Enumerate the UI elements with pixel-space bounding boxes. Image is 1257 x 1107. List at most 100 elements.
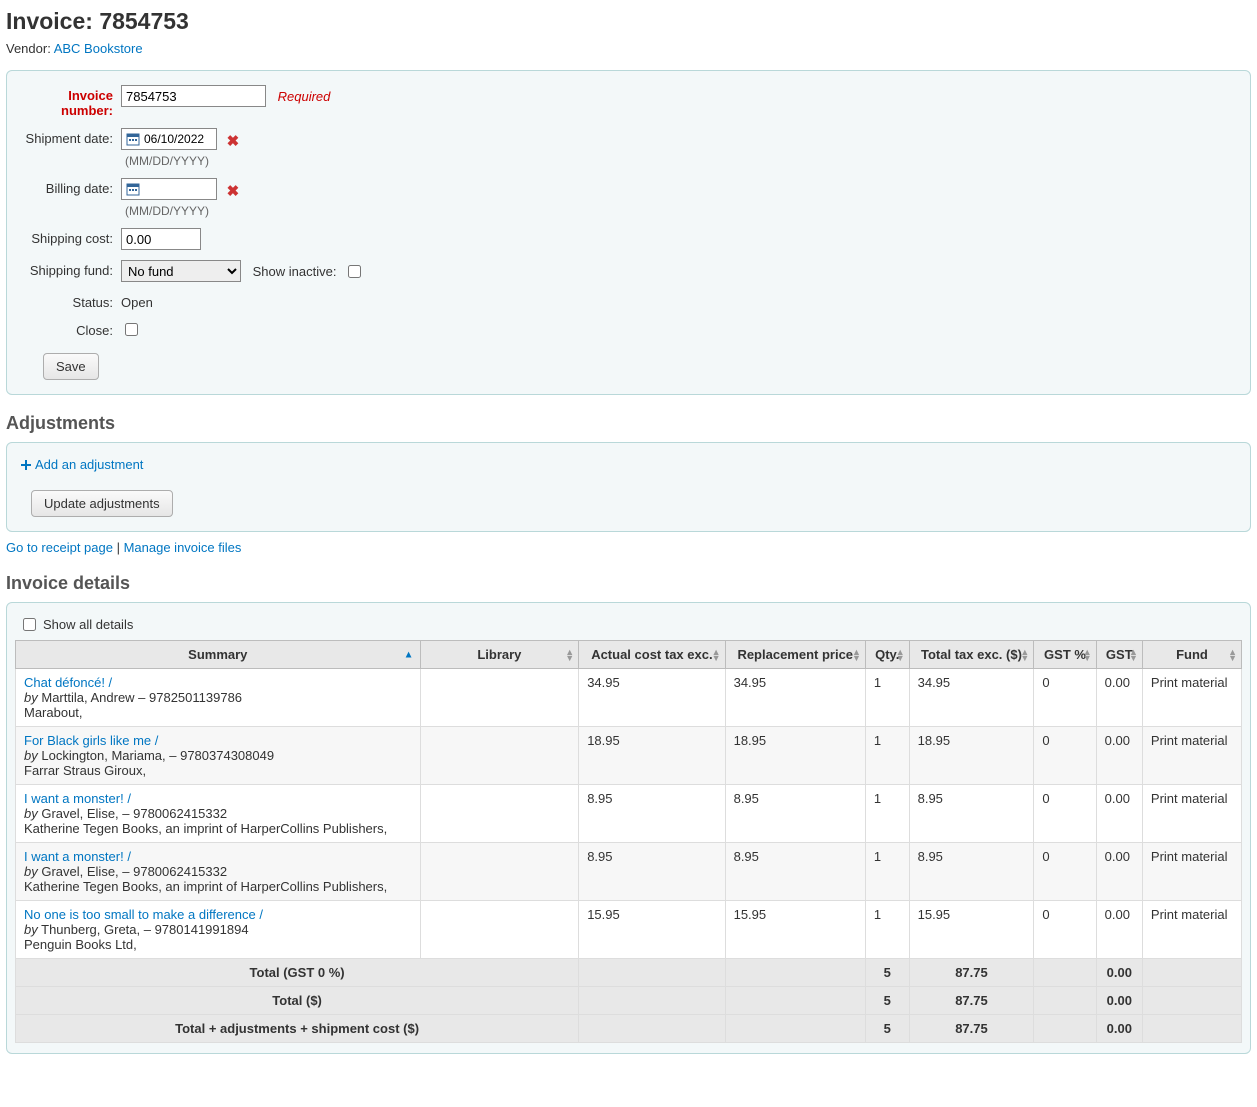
item-title-link[interactable]: No one is too small to make a difference… xyxy=(24,907,263,922)
manage-files-link[interactable]: Manage invoice files xyxy=(124,540,242,555)
cell-actual-cost: 18.95 xyxy=(579,727,725,785)
footer-total: 87.75 xyxy=(909,959,1034,987)
clear-shipment-date-icon[interactable]: ✖ xyxy=(227,133,240,150)
billing-date-wrap[interactable] xyxy=(121,178,217,200)
clear-billing-date-icon[interactable]: ✖ xyxy=(227,183,240,200)
shipment-date-input[interactable] xyxy=(144,130,206,148)
item-by: by xyxy=(24,864,38,879)
cell-actual-cost: 15.95 xyxy=(579,901,725,959)
footer-label: Total (GST 0 %) xyxy=(16,959,579,987)
show-all-details-checkbox[interactable] xyxy=(23,618,36,631)
cell-gst: 0.00 xyxy=(1096,785,1142,843)
shipping-cost-label: Shipping cost: xyxy=(21,228,121,246)
col-fund[interactable]: Fund▲▼ xyxy=(1142,641,1241,669)
shipping-cost-input[interactable] xyxy=(121,228,201,250)
cell-gst: 0.00 xyxy=(1096,727,1142,785)
save-button[interactable]: Save xyxy=(43,353,99,380)
cell-qty: 1 xyxy=(865,843,909,901)
cell-gst: 0.00 xyxy=(1096,669,1142,727)
vendor-line: Vendor: ABC Bookstore xyxy=(6,41,1251,56)
cell-fund: Print material xyxy=(1142,901,1241,959)
cell-fund: Print material xyxy=(1142,727,1241,785)
invoice-number-input[interactable] xyxy=(121,85,266,107)
shipping-fund-select[interactable]: No fund xyxy=(121,260,241,282)
footer-empty xyxy=(725,1015,865,1043)
billing-date-input[interactable] xyxy=(144,180,206,198)
col-replacement[interactable]: Replacement price▲▼ xyxy=(725,641,865,669)
close-label: Close: xyxy=(21,320,121,338)
vendor-link[interactable]: ABC Bookstore xyxy=(54,41,143,56)
table-footer-row: Total ($)587.750.00 xyxy=(16,987,1242,1015)
calendar-icon xyxy=(126,182,140,196)
item-author: Gravel, Elise, – 9780062415332 xyxy=(41,806,227,821)
status-label: Status: xyxy=(21,292,121,310)
cell-total: 15.95 xyxy=(909,901,1034,959)
table-row: Chat défoncé! /by Marttila, Andrew – 978… xyxy=(16,669,1242,727)
footer-empty xyxy=(1034,987,1096,1015)
footer-qty: 5 xyxy=(865,959,909,987)
col-library[interactable]: Library▲▼ xyxy=(420,641,579,669)
sort-icon: ▲▼ xyxy=(1228,649,1237,661)
footer-empty xyxy=(725,987,865,1015)
adjustments-heading: Adjustments xyxy=(6,413,1251,434)
shipment-date-wrap[interactable] xyxy=(121,128,217,150)
calendar-icon xyxy=(126,132,140,146)
show-inactive-checkbox[interactable] xyxy=(348,265,361,278)
add-adjustment-label: Add an adjustment xyxy=(35,457,143,472)
footer-total: 87.75 xyxy=(909,1015,1034,1043)
col-gst[interactable]: GST▲▼ xyxy=(1096,641,1142,669)
item-by: by xyxy=(24,806,38,821)
item-publisher: Marabout, xyxy=(24,705,83,720)
sort-icon: ▲▼ xyxy=(1020,649,1029,661)
cell-actual-cost: 34.95 xyxy=(579,669,725,727)
cell-fund: Print material xyxy=(1142,785,1241,843)
cell-fund: Print material xyxy=(1142,669,1241,727)
receipt-page-link[interactable]: Go to receipt page xyxy=(6,540,113,555)
cell-replacement: 34.95 xyxy=(725,669,865,727)
close-checkbox[interactable] xyxy=(125,323,138,336)
shipping-fund-label: Shipping fund: xyxy=(21,260,121,278)
cell-actual-cost: 8.95 xyxy=(579,843,725,901)
cell-summary: For Black girls like me /by Lockington, … xyxy=(16,727,421,785)
action-links: Go to receipt page | Manage invoice file… xyxy=(6,540,1251,555)
footer-empty xyxy=(725,959,865,987)
item-title-link[interactable]: For Black girls like me / xyxy=(24,733,158,748)
footer-empty xyxy=(1142,1015,1241,1043)
item-title-link[interactable]: Chat défoncé! / xyxy=(24,675,112,690)
required-tag: Required xyxy=(278,89,331,104)
cell-summary: No one is too small to make a difference… xyxy=(16,901,421,959)
item-publisher: Penguin Books Ltd, xyxy=(24,937,137,952)
footer-label: Total ($) xyxy=(16,987,579,1015)
update-adjustments-button[interactable]: Update adjustments xyxy=(31,490,173,517)
cell-total: 8.95 xyxy=(909,843,1034,901)
item-publisher: Katherine Tegen Books, an imprint of Har… xyxy=(24,821,387,836)
item-by: by xyxy=(24,922,38,937)
cell-library xyxy=(420,843,579,901)
col-gst-pct[interactable]: GST %▲▼ xyxy=(1034,641,1096,669)
item-title-link[interactable]: I want a monster! / xyxy=(24,849,131,864)
cell-replacement: 15.95 xyxy=(725,901,865,959)
footer-empty xyxy=(579,987,725,1015)
table-row: I want a monster! /by Gravel, Elise, – 9… xyxy=(16,785,1242,843)
col-replacement-label: Replacement price xyxy=(737,647,853,662)
sort-icon: ▲▼ xyxy=(565,649,574,661)
footer-gst: 0.00 xyxy=(1096,1015,1142,1043)
item-title-link[interactable]: I want a monster! / xyxy=(24,791,131,806)
footer-gst: 0.00 xyxy=(1096,959,1142,987)
col-gst-pct-label: GST % xyxy=(1044,647,1086,662)
cell-gst-pct: 0 xyxy=(1034,727,1096,785)
item-by: by xyxy=(24,690,38,705)
col-total[interactable]: Total tax exc. ($)▲▼ xyxy=(909,641,1034,669)
col-total-label: Total tax exc. ($) xyxy=(921,647,1022,662)
sort-icon: ▲▼ xyxy=(712,649,721,661)
col-actual-cost-label: Actual cost tax exc. xyxy=(591,647,712,662)
col-qty[interactable]: Qty.▲▼ xyxy=(865,641,909,669)
col-actual-cost[interactable]: Actual cost tax exc.▲▼ xyxy=(579,641,725,669)
table-row: No one is too small to make a difference… xyxy=(16,901,1242,959)
col-summary[interactable]: Summary▲ xyxy=(16,641,421,669)
sort-icon: ▲▼ xyxy=(896,649,905,661)
sort-icon: ▲▼ xyxy=(1083,649,1092,661)
item-publisher: Katherine Tegen Books, an imprint of Har… xyxy=(24,879,387,894)
add-adjustment-link[interactable]: Add an adjustment xyxy=(21,457,143,472)
footer-empty xyxy=(579,959,725,987)
